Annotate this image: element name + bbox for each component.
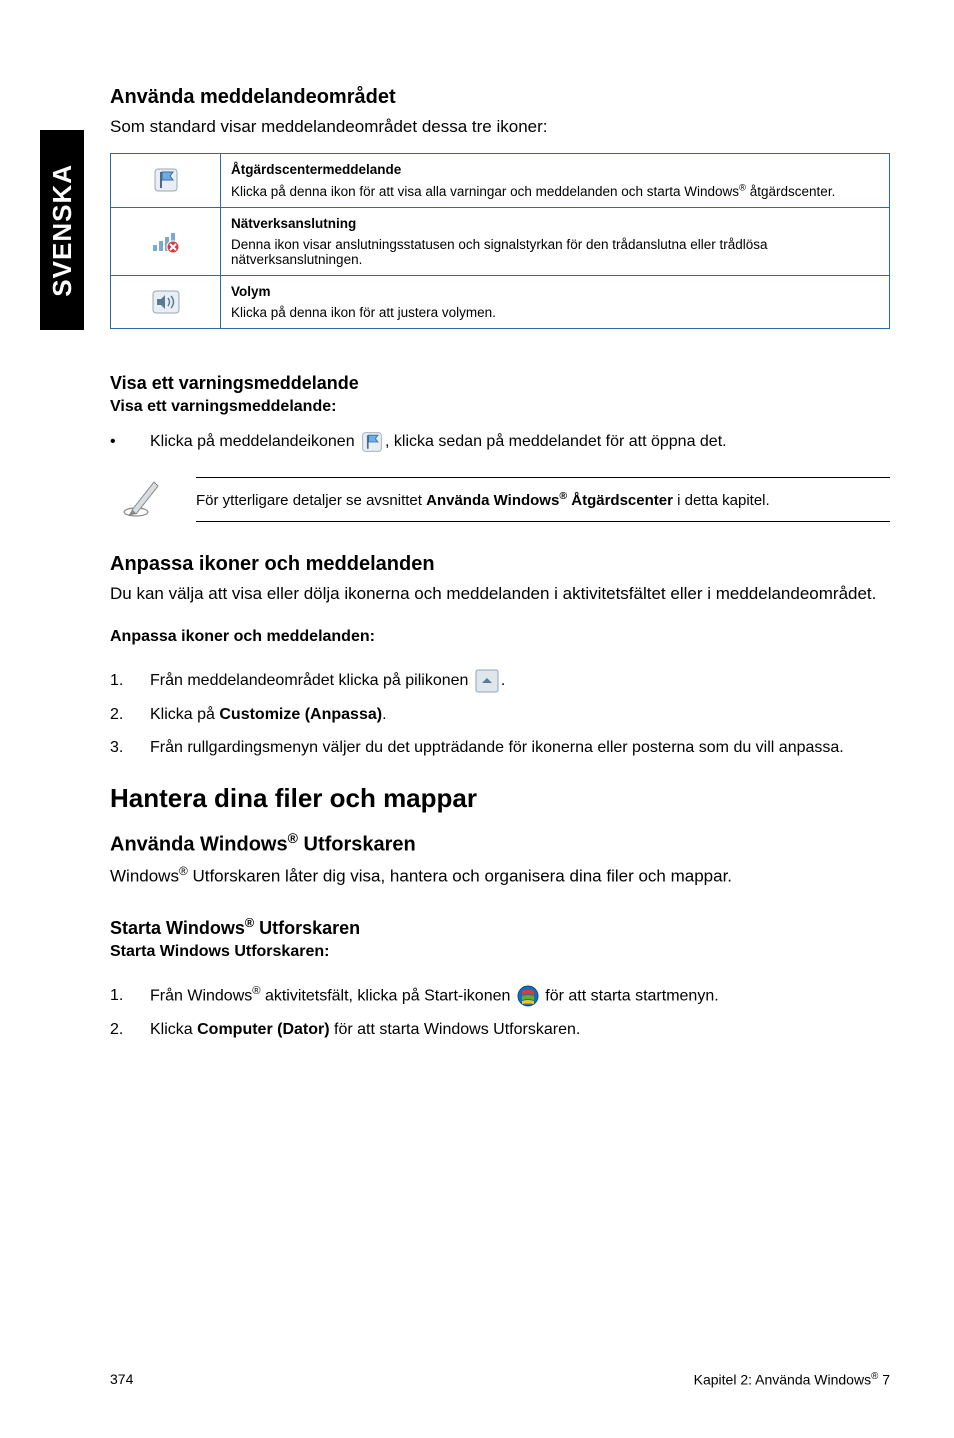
notification-table: Åtgärdscentermeddelande Klicka på denna … [110, 153, 890, 330]
icon-cell [111, 153, 221, 208]
intro-customize: Du kan välja att visa eller dölja ikoner… [110, 582, 890, 606]
row-desc: Klicka på denna ikon för att visa alla v… [231, 184, 835, 199]
chapter-label: Kapitel 2: Använda Windows® 7 [694, 1371, 890, 1388]
desc-cell: Åtgärdscentermeddelande Klicka på denna … [221, 153, 890, 208]
language-label: SVENSKA [47, 164, 78, 297]
list-item: 2. Klicka Computer (Dator) för att start… [110, 1017, 890, 1043]
heading-warning: Visa ett varningsmeddelande [110, 373, 890, 394]
table-row: Åtgärdscentermeddelande Klicka på denna … [111, 153, 890, 208]
intro-explorer: Windows® Utforskaren låter dig visa, han… [110, 863, 890, 888]
heading-explorer: Använda Windows® Utforskaren [110, 830, 890, 857]
subheading-warning: Visa ett varningsmeddelande: [110, 398, 890, 416]
list-item: 2. Klicka på Customize (Anpassa). [110, 702, 890, 728]
bullet-list: • Klicka på meddelandeikonen , klicka se… [110, 430, 890, 454]
page-footer: 374 Kapitel 2: Använda Windows® 7 [110, 1371, 890, 1388]
main-content: Använda meddelandeområdet Som standard v… [110, 86, 890, 1065]
network-icon [151, 227, 181, 257]
icon-cell [111, 276, 221, 329]
list-item: 3. Från rullgardingsmenyn väljer du det … [110, 735, 890, 761]
note-box: För ytterligare detaljer se avsnittet An… [110, 474, 890, 525]
list-item: • Klicka på meddelandeikonen , klicka se… [110, 430, 890, 454]
table-row: Nätverksanslutning Denna ikon visar ansl… [111, 208, 890, 276]
steps-explorer: 1. Från Windows® aktivitetsfält, klicka … [110, 983, 890, 1043]
row-desc: Klicka på denna ikon för att justera vol… [231, 305, 496, 320]
flag-icon [361, 431, 383, 453]
heading-start-explorer: Starta Windows® Utforskaren [110, 916, 890, 939]
table-row: Volym Klicka på denna ikon för att juste… [111, 276, 890, 329]
desc-cell: Nätverksanslutning Denna ikon visar ansl… [221, 208, 890, 276]
row-title: Nätverksanslutning [231, 216, 879, 231]
heading-notification-area: Använda meddelandeområdet [110, 86, 890, 109]
heading-customize: Anpassa ikoner och meddelanden [110, 553, 890, 576]
row-desc: Denna ikon visar anslutningsstatusen och… [231, 237, 768, 267]
pen-icon [120, 474, 166, 525]
flag-icon [151, 165, 181, 195]
start-icon [517, 985, 539, 1007]
arrow-up-icon [475, 669, 499, 693]
list-item: 1. Från meddelandeområdet klicka på pili… [110, 668, 890, 694]
steps-customize: 1. Från meddelandeområdet klicka på pili… [110, 668, 890, 761]
intro-notification-area: Som standard visar meddelandeområdet des… [110, 115, 890, 139]
subheading-customize: Anpassa ikoner och meddelanden: [110, 628, 890, 646]
volume-icon [151, 287, 181, 317]
icon-cell [111, 208, 221, 276]
note-text: För ytterligare detaljer se avsnittet An… [196, 477, 890, 522]
desc-cell: Volym Klicka på denna ikon för att juste… [221, 276, 890, 329]
heading-files: Hantera dina filer och mappar [110, 783, 890, 814]
list-item: 1. Från Windows® aktivitetsfält, klicka … [110, 983, 890, 1009]
row-title: Volym [231, 284, 879, 299]
page-number: 374 [110, 1371, 133, 1388]
row-title: Åtgärdscentermeddelande [231, 162, 879, 177]
subheading-start-explorer: Starta Windows Utforskaren: [110, 943, 890, 961]
language-tab: SVENSKA [40, 130, 84, 330]
